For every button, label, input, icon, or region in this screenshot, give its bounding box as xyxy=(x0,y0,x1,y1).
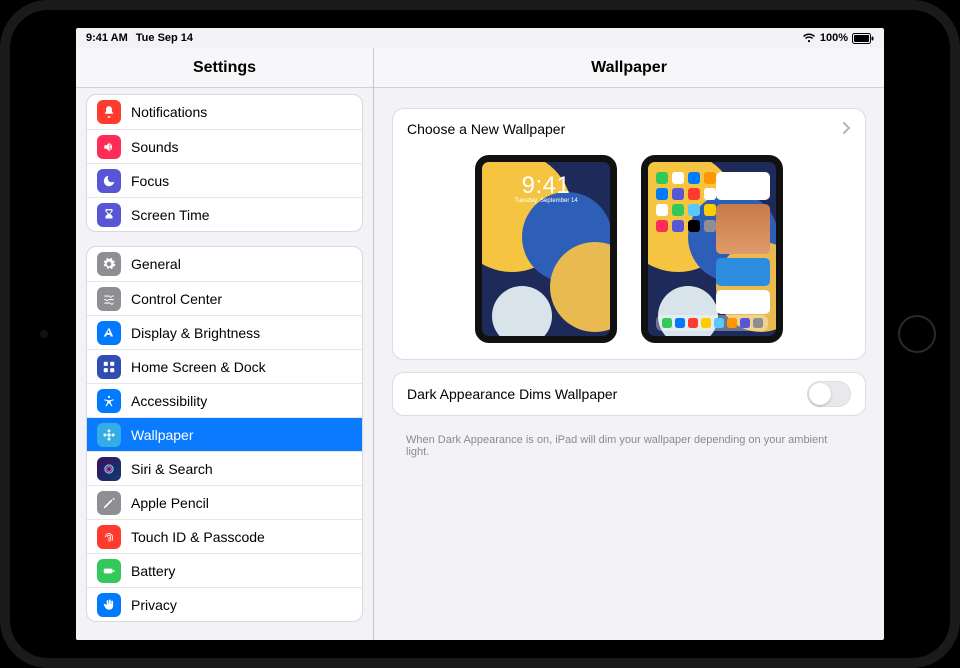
sidebar-item-label: Control Center xyxy=(131,291,222,307)
gear-icon xyxy=(97,252,121,276)
sidebar-item-label: General xyxy=(131,256,181,272)
dark-appearance-card: Dark Appearance Dims Wallpaper xyxy=(392,372,866,416)
chevron-right-icon xyxy=(843,121,851,137)
screen: 9:41 AM Tue Sep 14 100% Settings xyxy=(76,28,884,640)
pencil-icon xyxy=(97,491,121,515)
accessibility-icon xyxy=(97,389,121,413)
sidebar-item-label: Wallpaper xyxy=(131,427,194,443)
sidebar-item-label: Accessibility xyxy=(131,393,207,409)
home-screen-preview[interactable] xyxy=(641,155,783,343)
sidebar-item-privacy[interactable]: Privacy xyxy=(87,587,362,621)
sidebar-item-accessibility[interactable]: Accessibility xyxy=(87,383,362,417)
hand-icon xyxy=(97,593,121,617)
sidebar-scroll[interactable]: Notifications Sounds Focus Screen T xyxy=(76,88,373,640)
settings-sidebar: Settings Notifications Sounds xyxy=(76,48,374,640)
home-overlay xyxy=(648,162,776,336)
sidebar-item-notifications[interactable]: Notifications xyxy=(87,95,362,129)
app-grid xyxy=(656,172,716,232)
choose-wallpaper-label: Choose a New Wallpaper xyxy=(407,121,565,137)
sidebar-item-label: Privacy xyxy=(131,597,177,613)
home-button[interactable] xyxy=(898,315,936,353)
dark-appearance-label: Dark Appearance Dims Wallpaper xyxy=(407,386,617,402)
bell-icon xyxy=(97,100,121,124)
sidebar-item-screen-time[interactable]: Screen Time xyxy=(87,197,362,231)
sidebar-title: Settings xyxy=(76,48,373,88)
sidebar-item-siri-search[interactable]: Siri & Search xyxy=(87,451,362,485)
battery-icon xyxy=(97,559,121,583)
wallpaper-chooser-card: Choose a New Wallpaper xyxy=(392,108,866,360)
switch-knob xyxy=(809,383,831,405)
sliders-icon xyxy=(97,287,121,311)
status-date: Tue Sep 14 xyxy=(136,32,193,44)
battery-icon xyxy=(852,33,874,44)
grid-icon xyxy=(97,355,121,379)
sidebar-item-label: Sounds xyxy=(131,139,178,155)
sidebar-item-touch-id-passcode[interactable]: Touch ID & Passcode xyxy=(87,519,362,553)
wallpaper-previews: 9:41 Tuesday, September 14 xyxy=(393,149,865,359)
sidebar-item-label: Touch ID & Passcode xyxy=(131,529,265,545)
status-time: 9:41 AM xyxy=(86,32,128,44)
sidebar-item-wallpaper[interactable]: Wallpaper xyxy=(87,417,362,451)
dock xyxy=(656,315,768,331)
sidebar-item-label: Display & Brightness xyxy=(131,325,260,341)
sidebar-item-battery[interactable]: Battery xyxy=(87,553,362,587)
lock-date: Tuesday, September 14 xyxy=(482,198,610,204)
dark-appearance-toggle-row: Dark Appearance Dims Wallpaper xyxy=(393,373,865,415)
lock-time: 9:41 xyxy=(482,172,610,200)
sidebar-item-label: Battery xyxy=(131,563,175,579)
hourglass-icon xyxy=(97,203,121,227)
speaker-icon xyxy=(97,135,121,159)
detail-title: Wallpaper xyxy=(374,48,884,88)
flower-icon xyxy=(97,423,121,447)
dark-appearance-footer: When Dark Appearance is on, iPad will di… xyxy=(392,428,866,458)
sidebar-item-label: Notifications xyxy=(131,104,207,120)
status-bar: 9:41 AM Tue Sep 14 100% xyxy=(76,28,884,48)
sidebar-item-display-brightness[interactable]: Display & Brightness xyxy=(87,315,362,349)
sidebar-item-label: Siri & Search xyxy=(131,461,213,477)
choose-new-wallpaper-row[interactable]: Choose a New Wallpaper xyxy=(393,109,865,149)
front-camera xyxy=(40,330,48,338)
sidebar-item-general[interactable]: General xyxy=(87,247,362,281)
sidebar-item-focus[interactable]: Focus xyxy=(87,163,362,197)
wifi-icon xyxy=(802,33,816,43)
lock-screen-preview[interactable]: 9:41 Tuesday, September 14 xyxy=(475,155,617,343)
sidebar-item-label: Screen Time xyxy=(131,207,210,223)
widgets-stack xyxy=(716,172,770,314)
moon-icon xyxy=(97,169,121,193)
sidebar-group-1: Notifications Sounds Focus Screen T xyxy=(86,94,363,232)
sidebar-item-label: Home Screen & Dock xyxy=(131,359,266,375)
dark-appearance-switch[interactable] xyxy=(807,381,851,407)
battery-percent: 100% xyxy=(820,32,848,44)
text-size-icon xyxy=(97,321,121,345)
sidebar-group-2: General Control Center Display & Brightn… xyxy=(86,246,363,622)
detail-pane: Wallpaper Choose a New Wallpaper xyxy=(374,48,884,640)
sidebar-item-control-center[interactable]: Control Center xyxy=(87,281,362,315)
sidebar-item-label: Focus xyxy=(131,173,169,189)
siri-icon xyxy=(97,457,121,481)
fingerprint-icon xyxy=(97,525,121,549)
sidebar-item-label: Apple Pencil xyxy=(131,495,209,511)
sidebar-item-sounds[interactable]: Sounds xyxy=(87,129,362,163)
ipad-frame: 9:41 AM Tue Sep 14 100% Settings xyxy=(0,0,960,668)
sidebar-item-apple-pencil[interactable]: Apple Pencil xyxy=(87,485,362,519)
sidebar-item-home-screen-dock[interactable]: Home Screen & Dock xyxy=(87,349,362,383)
